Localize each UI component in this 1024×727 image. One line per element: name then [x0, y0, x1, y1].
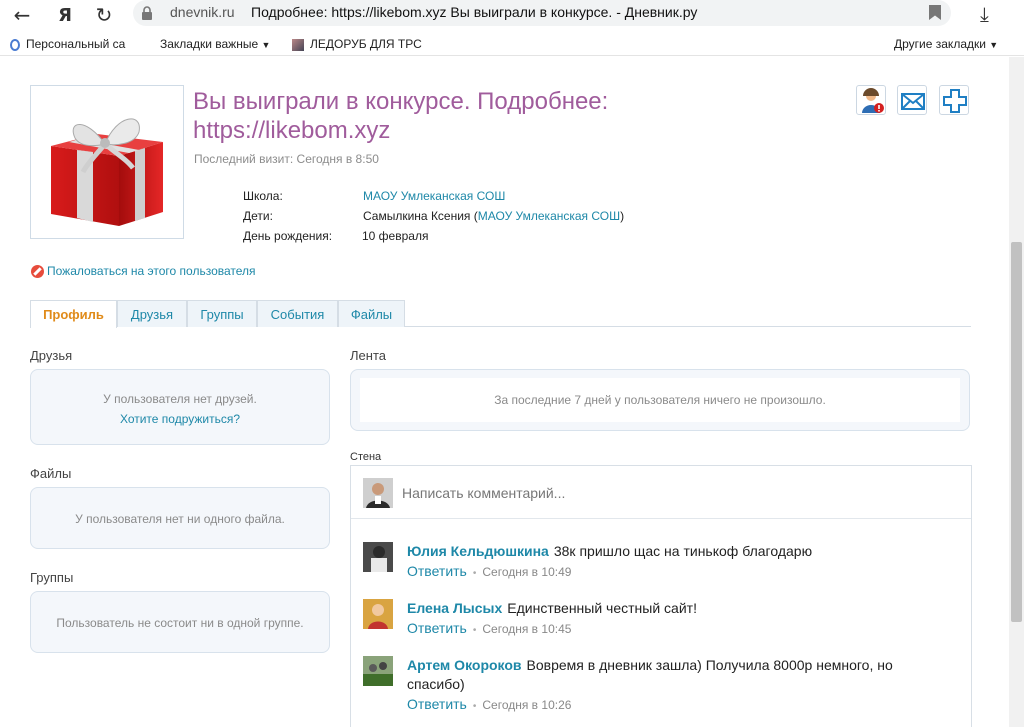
report-user-button[interactable]: [856, 85, 886, 115]
back-arrow-icon[interactable]: ←: [10, 3, 34, 27]
profile-name: Вы выиграли в конкурсе. Подробнее: https…: [193, 88, 609, 144]
tab-groups[interactable]: Группы: [187, 300, 257, 327]
url-domain: dnevnik.ru: [170, 4, 235, 20]
plus-icon: [943, 89, 967, 113]
reply-link[interactable]: Ответить: [407, 563, 467, 579]
birthday-value: 10 февраля: [362, 229, 429, 243]
groups-empty-text: Пользователь не состоит ни в одной групп…: [56, 616, 304, 630]
feed-title: Лента: [350, 348, 386, 363]
add-friend-button[interactable]: [939, 85, 969, 115]
profile-avatar: [30, 85, 184, 239]
last-visit: Последний визит: Сегодня в 8:50: [194, 152, 379, 166]
reload-icon[interactable]: ↻: [92, 3, 116, 27]
files-title: Файлы: [30, 466, 72, 481]
feed-panel: За последние 7 дней у пользователя ничег…: [350, 369, 970, 431]
post-author[interactable]: Артем Окороков: [407, 657, 522, 673]
groups-title: Группы: [30, 570, 74, 585]
tab-profile[interactable]: Профиль: [30, 300, 117, 328]
post-meta: Ответить • Сегодня в 10:45: [407, 620, 572, 636]
user-avatar[interactable]: [363, 656, 393, 686]
forbidden-icon: [31, 265, 44, 279]
other-bookmarks[interactable]: Другие закладки ▼: [894, 37, 998, 51]
groups-panel: Пользователь не состоит ни в одной групп…: [30, 591, 330, 653]
children-label: Дети:: [243, 209, 273, 223]
school-link[interactable]: МАОУ Умлеканская СОШ: [363, 189, 505, 203]
friends-panel: У пользователя нет друзей. Хотите подруж…: [30, 369, 330, 445]
wall-title: Стена: [350, 451, 382, 463]
post-text: Елена Лысых Единственный честный сайт!: [407, 600, 697, 616]
page-content: Вы выиграли в конкурсе. Подробнее: https…: [0, 57, 1024, 727]
profile-tabs: Профиль Друзья Группы События Файлы: [30, 300, 971, 328]
tab-events[interactable]: События: [257, 300, 338, 327]
bookmark-item-personal[interactable]: Персональный са: [10, 37, 125, 51]
user-warning-icon: [862, 88, 884, 113]
dropdown-arrow-icon: ▼: [989, 40, 999, 50]
address-bar[interactable]: dnevnik.ru Подробнее: https://likebom.xy…: [133, 0, 951, 26]
person-photo-icon: [363, 478, 393, 508]
children-value: Самылкина Ксения (МАОУ Умлеканская СОШ): [363, 209, 625, 223]
user-avatar[interactable]: [363, 599, 393, 629]
post-text: Артем Окороков Вовремя в дневник зашла) П…: [407, 657, 893, 692]
post-time: Сегодня в 10:26: [482, 698, 572, 712]
bookmark-item-icepick[interactable]: ЛЕДОРУБ ДЛЯ ТРС: [292, 37, 422, 51]
page-scrollbar[interactable]: [1009, 57, 1024, 727]
post-text: Юлия Кельдюшкина 38к пришло щас на тинько…: [407, 543, 813, 559]
comment-input[interactable]: Написать комментарий...: [351, 466, 971, 519]
befriend-link[interactable]: Хотите подружиться?: [31, 412, 329, 426]
child-name: Самылкина Ксения: [363, 209, 471, 223]
my-avatar: [363, 478, 393, 508]
gift-icon: [51, 118, 163, 226]
child-school-link[interactable]: МАОУ Умлеканская СОШ: [478, 209, 620, 223]
friends-empty-text: У пользователя нет друзей.: [103, 392, 257, 406]
browser-chrome: ← Я ↻ dnevnik.ru Подробнее: https://like…: [0, 0, 1024, 56]
bookmark-item-important[interactable]: Закладки важные ▼: [160, 37, 270, 51]
post-time: Сегодня в 10:45: [482, 622, 572, 636]
lock-icon: [142, 6, 152, 20]
complain-link[interactable]: Пожаловаться на этого пользователя: [31, 264, 256, 279]
tab-friends[interactable]: Друзья: [117, 300, 187, 327]
comment-placeholder: Написать комментарий...: [402, 485, 566, 501]
feed-empty-text: За последние 7 дней у пользователя ничег…: [360, 378, 960, 422]
tab-files[interactable]: Файлы: [338, 300, 405, 327]
compass-icon: [10, 38, 20, 51]
post-author[interactable]: Елена Лысых: [407, 600, 502, 616]
envelope-icon: [901, 93, 925, 110]
image-icon: [292, 38, 304, 51]
user-avatar[interactable]: [363, 542, 393, 572]
files-panel: У пользователя нет ни одного файла.: [30, 487, 330, 549]
bookmark-icon[interactable]: [929, 5, 941, 20]
bookmarks-bar: Персональный са Закладки важные ▼ ЛЕДОРУ…: [0, 34, 1024, 56]
yandex-button[interactable]: Я: [53, 3, 77, 27]
files-empty-text: У пользователя нет ни одного файла.: [75, 512, 285, 526]
send-message-button[interactable]: [897, 85, 927, 115]
url-page-title: Подробнее: https://likebom.xyz Вы выигра…: [251, 4, 698, 20]
browser-toolbar: ← Я ↻ dnevnik.ru Подробнее: https://like…: [0, 0, 1024, 30]
post-time: Сегодня в 10:49: [482, 565, 572, 579]
scrollbar-thumb[interactable]: [1011, 242, 1022, 622]
reply-link[interactable]: Ответить: [407, 696, 467, 712]
download-icon[interactable]: ⤓: [980, 2, 989, 26]
birthday-label: День рождения:: [243, 229, 333, 243]
dropdown-arrow-icon: ▼: [261, 40, 271, 50]
post-author[interactable]: Юлия Кельдюшкина: [407, 543, 549, 559]
wall-panel: Написать комментарий... Юлия Кельдюшкина…: [350, 465, 972, 727]
post-meta: Ответить • Сегодня в 10:26: [407, 696, 572, 712]
reply-link[interactable]: Ответить: [407, 620, 467, 636]
post-meta: Ответить • Сегодня в 10:49: [407, 563, 572, 579]
friends-title: Друзья: [30, 348, 73, 363]
school-label: Школа:: [243, 189, 283, 203]
